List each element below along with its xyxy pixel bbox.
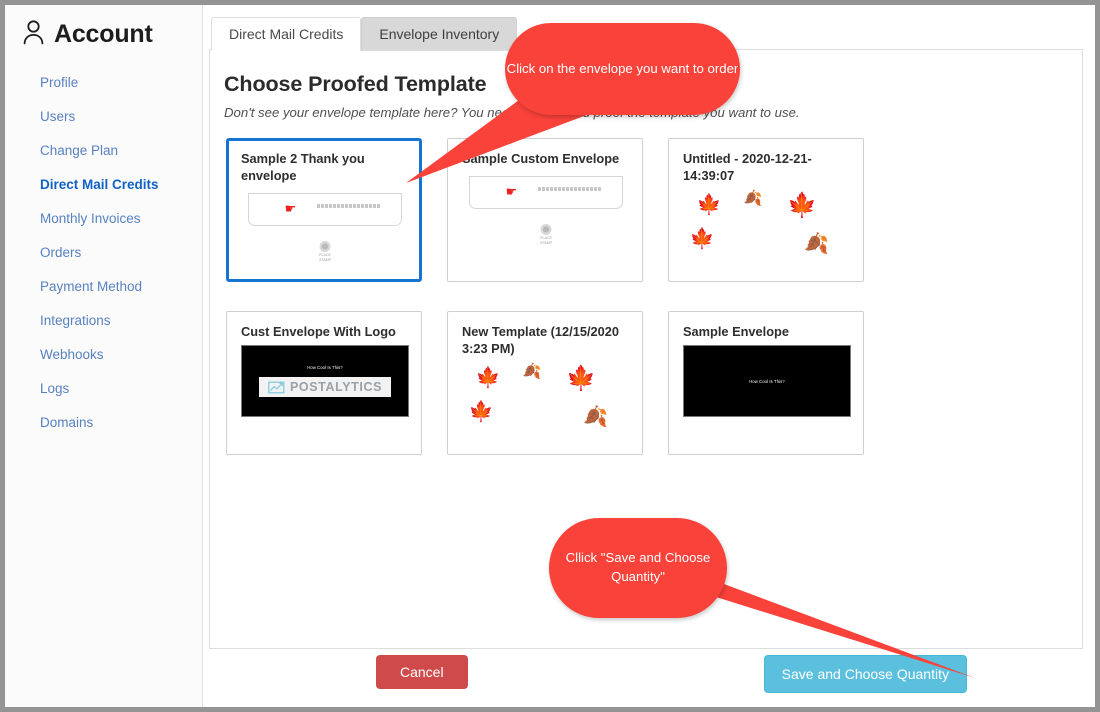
account-header: Account <box>5 19 202 50</box>
sidebar-item-domains[interactable]: Domains <box>5 406 202 440</box>
sidebar-item-monthly-invoices[interactable]: Monthly Invoices <box>5 202 202 236</box>
template-card[interactable]: Cust Envelope With Logo How Cool Is This… <box>226 311 422 455</box>
save-and-choose-quantity-button[interactable]: Save and Choose Quantity <box>763 655 967 693</box>
template-name: Sample 2 Thank you envelope <box>241 151 365 184</box>
logo-text: POSTALYTICS <box>289 380 383 395</box>
sidebar: Account Profile Users Change Plan Direct… <box>5 5 203 707</box>
leaf-icon: 🍂 <box>743 190 763 208</box>
section-heading: Choose Proofed Template <box>224 72 487 96</box>
sidebar-item-integrations[interactable]: Integrations <box>5 304 202 338</box>
sidebar-item-change-plan[interactable]: Change Plan <box>5 134 202 168</box>
sidebar-item-orders[interactable]: Orders <box>5 236 202 270</box>
pointing-hand-icon: ☛ <box>284 201 297 217</box>
tab-direct-mail-credits[interactable]: Direct Mail Credits <box>211 16 362 51</box>
sidebar-item-logs[interactable]: Logs <box>5 372 202 406</box>
page-root: Account Profile Users Change Plan Direct… <box>5 5 1095 707</box>
leaf-icon: 🍁 <box>689 228 715 251</box>
leaf-icon: 🍁 <box>787 192 818 220</box>
leaf-icon: 🍂 <box>522 363 542 381</box>
section-subtitle: Don't see your envelope template here? Y… <box>224 105 800 120</box>
user-icon <box>22 19 45 50</box>
stamp-label: PLACE STAMP <box>539 236 553 245</box>
cancel-button[interactable]: Cancel <box>376 655 468 689</box>
pointing-hand-icon: ☛ <box>505 184 518 200</box>
leaf-icon: 🍁 <box>566 365 597 393</box>
tab-envelope-inventory[interactable]: Envelope Inventory <box>361 16 518 51</box>
template-card[interactable]: New Template (12/15/2020 3:23 PM) 🍁 🍂 🍁 … <box>447 311 643 455</box>
template-name: New Template (12/15/2020 3:23 PM) <box>462 324 619 357</box>
envelope-thumbnail: ☛ PLACE STAMP <box>241 189 409 275</box>
envelope-thumbnail: ☛ PLACE STAMP <box>462 172 630 258</box>
leaf-icon: 🍁 <box>475 367 501 390</box>
leaves-thumbnail: 🍁 🍂 🍁 🍁 🍂 <box>462 362 630 448</box>
template-card[interactable]: Sample 2 Thank you envelope ☛ PLACE STAM… <box>226 138 422 282</box>
sidebar-item-users[interactable]: Users <box>5 100 202 134</box>
template-grid: Sample 2 Thank you envelope ☛ PLACE STAM… <box>226 138 1064 455</box>
leaf-icon: 🍂 <box>803 233 829 256</box>
thumbnail-caption: How Cool Is This? <box>749 378 785 384</box>
template-name: Cust Envelope With Logo <box>241 324 396 339</box>
leaf-icon: 🍁 <box>468 401 494 424</box>
sidebar-item-payment-method[interactable]: Payment Method <box>5 270 202 304</box>
stamp-icon <box>319 241 331 253</box>
tab-bar: Direct Mail Credits Envelope Inventory <box>209 12 1083 51</box>
leaves-thumbnail: 🍁 🍂 🍁 🍁 🍂 <box>683 189 851 275</box>
main-content: Direct Mail Credits Envelope Inventory C… <box>203 5 1095 707</box>
template-name: Sample Envelope <box>683 324 789 339</box>
sidebar-item-direct-mail-credits[interactable]: Direct Mail Credits <box>5 168 202 202</box>
sidebar-item-webhooks[interactable]: Webhooks <box>5 338 202 372</box>
thumbnail-caption: How Cool Is This? <box>307 365 343 371</box>
template-name: Sample Custom Envelope <box>462 151 620 166</box>
template-name: Untitled - 2020-12-21-14:39:07 <box>683 151 812 184</box>
logo-thumbnail: How Cool Is This? POSTALYTICS <box>241 345 409 418</box>
page-title: Account <box>54 20 153 48</box>
template-card[interactable]: Sample Custom Envelope ☛ PLACE STAMP <box>447 138 643 282</box>
stamp-label: PLACE STAMP <box>318 253 332 262</box>
template-card[interactable]: Untitled - 2020-12-21-14:39:07 🍁 🍂 🍁 🍁 🍂 <box>668 138 864 282</box>
leaf-icon: 🍁 <box>696 194 722 217</box>
leaf-icon: 🍂 <box>582 406 608 429</box>
sidebar-item-profile[interactable]: Profile <box>5 66 202 100</box>
stamp-icon <box>540 224 552 236</box>
envelope-chart-icon <box>268 381 285 393</box>
footer-bar: Cancel Save and Choose Quantity <box>203 644 1095 707</box>
black-thumbnail: How Cool Is This? <box>683 345 851 418</box>
postalytics-logo: POSTALYTICS <box>258 377 392 398</box>
template-card[interactable]: Sample Envelope How Cool Is This? <box>668 311 864 455</box>
content-panel: Choose Proofed Template Don't see your e… <box>209 49 1083 649</box>
browser-frame: Account Profile Users Change Plan Direct… <box>0 0 1100 712</box>
